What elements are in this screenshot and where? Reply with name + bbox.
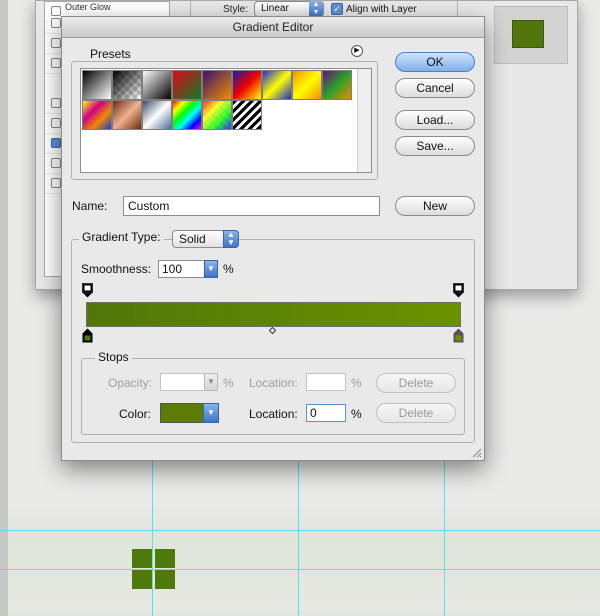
presets-label: Presets: [87, 47, 134, 61]
vertical-guide[interactable]: [444, 460, 445, 616]
presets-well: [80, 68, 372, 173]
list-item-checkbox[interactable]: [51, 118, 61, 128]
vertical-guide[interactable]: [298, 460, 299, 616]
dialog-title: Gradient Editor: [62, 17, 484, 38]
logo-cell: [132, 570, 152, 589]
color-location-unit: %: [351, 407, 362, 421]
delete-opacity-stop-button: Delete: [376, 373, 456, 393]
resize-grip-icon[interactable]: [470, 446, 482, 458]
logo-cell: [132, 549, 152, 568]
horizontal-guide[interactable]: [0, 569, 600, 570]
updown-arrows-icon: ▲ ▼: [309, 1, 323, 17]
preset-swatch[interactable]: [232, 100, 262, 130]
canvas-bottom-band: [8, 530, 600, 610]
color-stop-left[interactable]: [82, 328, 93, 343]
style-label: Style:: [223, 4, 249, 15]
color-label: Color:: [119, 407, 152, 421]
gradient-type-label: Gradient Type:: [79, 230, 164, 244]
preset-swatch[interactable]: [82, 70, 112, 100]
opacity-location-unit: %: [351, 376, 362, 390]
color-location-label: Location:: [249, 407, 298, 421]
preset-swatch[interactable]: [262, 70, 292, 100]
new-button[interactable]: New: [395, 196, 475, 216]
gradient-type-select[interactable]: Solid ▲ ▼: [172, 230, 239, 248]
smoothness-value: 100: [162, 262, 183, 276]
style-select-value: Linear: [261, 3, 289, 14]
preset-swatch[interactable]: [142, 100, 172, 130]
presets-menu-icon[interactable]: ▶: [351, 45, 363, 57]
preset-swatch[interactable]: [142, 70, 172, 100]
preset-swatch[interactable]: [112, 70, 142, 100]
gradient-preview-bar[interactable]: [86, 302, 461, 327]
align-with-layer-label: Align with Layer: [346, 4, 417, 15]
opacity-label: Opacity:: [108, 376, 153, 390]
style-select[interactable]: Linear ▲ ▼: [254, 1, 324, 17]
preset-swatch[interactable]: [82, 100, 112, 130]
updown-arrows-icon: ▲ ▼: [223, 230, 239, 248]
opacity-stop-right[interactable]: [453, 283, 464, 298]
preset-swatch[interactable]: [322, 70, 352, 100]
chevron-down-icon: ▼: [204, 373, 218, 391]
chevron-down-icon[interactable]: ▼: [204, 260, 218, 278]
list-item-label: Outer Glow: [65, 2, 111, 12]
name-field[interactable]: Custom: [123, 196, 380, 216]
smoothness-label: Smoothness:: [81, 262, 152, 276]
preset-swatch[interactable]: [202, 100, 232, 130]
opacity-location-field: [306, 373, 346, 391]
horizontal-guide[interactable]: [0, 530, 600, 531]
preview-swatch: [512, 20, 544, 48]
midpoint-diamond-icon[interactable]: [269, 327, 276, 334]
stops-group: [81, 358, 465, 435]
list-item-checkbox[interactable]: [51, 138, 61, 148]
delete-color-stop-button: Delete: [376, 403, 456, 423]
save-button[interactable]: Save...: [395, 136, 475, 156]
list-item-checkbox[interactable]: [51, 38, 61, 48]
style-preview: [494, 6, 568, 64]
list-item-checkbox[interactable]: [51, 158, 61, 168]
chevron-down-icon[interactable]: ▼: [203, 403, 219, 423]
opacity-location-label: Location:: [249, 376, 298, 390]
ok-button[interactable]: OK: [395, 52, 475, 72]
vertical-guide[interactable]: [152, 460, 153, 616]
color-location-field[interactable]: 0: [306, 404, 346, 422]
align-with-layer-checkbox[interactable]: ✓: [331, 3, 343, 15]
preset-swatch[interactable]: [172, 70, 202, 100]
name-label: Name:: [72, 199, 108, 213]
smoothness-field[interactable]: 100 ▼: [158, 260, 218, 278]
gradient-type-value: Solid: [179, 232, 206, 246]
cancel-button[interactable]: Cancel: [395, 78, 475, 98]
opacity-field: ▼: [160, 373, 218, 391]
canvas-left-frame: [0, 0, 8, 616]
opacity-stop-left[interactable]: [82, 283, 93, 298]
list-item-checkbox[interactable]: [51, 18, 61, 28]
logo-cell: [155, 570, 175, 589]
preset-swatch[interactable]: [232, 70, 262, 100]
list-item-checkbox[interactable]: [51, 98, 61, 108]
color-stop-right[interactable]: [453, 328, 464, 343]
preset-swatch[interactable]: [202, 70, 232, 100]
list-item-checkbox[interactable]: [51, 58, 61, 68]
logo-cell: [155, 549, 175, 568]
gradient-editor-dialog: Gradient Editor Presets ▶ OK Cancel Load…: [61, 16, 485, 461]
preset-swatch[interactable]: [172, 100, 202, 130]
list-item-checkbox[interactable]: [51, 178, 61, 188]
opacity-unit: %: [223, 376, 234, 390]
stops-label: Stops: [95, 350, 132, 364]
presets-scrollbar[interactable]: [357, 69, 371, 172]
smoothness-unit: %: [223, 262, 234, 276]
load-button[interactable]: Load...: [395, 110, 475, 130]
preset-swatch[interactable]: [292, 70, 322, 100]
green-grid-logo: [132, 549, 175, 589]
preset-swatch[interactable]: [112, 100, 142, 130]
